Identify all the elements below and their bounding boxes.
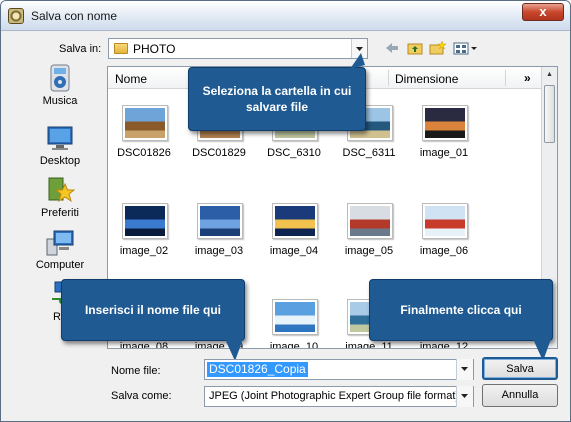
callout-select-folder: Seleziona la cartella in cui salvare fil… [188, 67, 366, 131]
file-name: image_04 [269, 245, 319, 257]
file-name: DSC01826 [117, 147, 171, 159]
file-item[interactable]: image_02 [108, 203, 180, 283]
close-button[interactable]: x [522, 3, 564, 21]
view-menu-icon[interactable] [453, 40, 479, 56]
file-name: image_06 [419, 245, 469, 257]
callout-text: Finalmente clicca qui [400, 303, 522, 317]
file-name: image_10 [269, 341, 319, 349]
file-item[interactable]: image_04 [258, 203, 330, 283]
title-bar: Salva con nome x [1, 1, 570, 31]
file-item[interactable]: image_05 [333, 203, 405, 283]
file-name: DSC01829 [192, 147, 246, 159]
column-size-header[interactable]: Dimensione [395, 72, 458, 86]
filename-field[interactable]: DSC01826_Copia [204, 359, 474, 380]
save-button[interactable]: Salva [482, 357, 558, 380]
cancel-button[interactable]: Annulla [482, 384, 558, 407]
file-thumbnail [422, 105, 468, 141]
place-desktop[interactable]: Desktop [28, 123, 92, 167]
file-name: image_11 [345, 341, 393, 349]
place-label: Computer [35, 259, 85, 271]
file-thumbnail [272, 203, 318, 239]
callout-text: Seleziona la cartella in cui salvare fil… [202, 84, 352, 114]
filename-label: Nome file: [111, 365, 161, 377]
back-arrow-icon[interactable] [383, 40, 401, 56]
place-favorites[interactable]: Preferiti [28, 175, 92, 219]
filename-value[interactable]: DSC01826_Copia [207, 362, 308, 377]
file-name: image_01 [419, 147, 469, 159]
file-name: image_05 [344, 245, 394, 257]
file-item[interactable]: image_10 [258, 299, 330, 349]
desktop-icon [45, 123, 75, 153]
column-divider[interactable] [505, 70, 506, 86]
place-label: Preferiti [41, 207, 79, 219]
column-divider[interactable] [388, 70, 389, 86]
file-type-value: JPEG (Joint Photographic Expert Group fi… [209, 390, 460, 402]
new-folder-icon[interactable] [429, 40, 447, 56]
favorites-icon [45, 175, 76, 205]
callout-pointer [350, 53, 365, 69]
place-label: Desktop [39, 155, 81, 167]
file-thumbnail [122, 203, 168, 239]
save-in-dropdown[interactable]: PHOTO [108, 38, 368, 59]
file-item[interactable]: image_06 [408, 203, 480, 283]
column-name-header[interactable]: Nome [115, 72, 147, 86]
save-as-dialog: Salva con nome x Salva in: PHOTO Musica [0, 0, 571, 422]
place-label: Musica [42, 95, 78, 107]
file-type-dropdown[interactable]: JPEG (Joint Photographic Expert Group fi… [204, 386, 474, 407]
callout-enter-filename: Inserisci il nome file qui [61, 279, 245, 341]
file-item[interactable]: image_03 [183, 203, 255, 283]
file-name: DSC_6310 [267, 147, 321, 159]
file-name: image_03 [194, 245, 244, 257]
place-music[interactable]: Musica [28, 63, 92, 107]
scrollbar-thumb[interactable] [544, 85, 555, 143]
chevron-down-icon[interactable] [456, 359, 473, 380]
scroll-up-icon[interactable]: ▲ [542, 67, 557, 82]
save-in-label: Salva in: [59, 43, 102, 55]
music-icon [45, 63, 75, 93]
file-thumbnail [197, 203, 243, 239]
chevron-down-icon[interactable] [456, 386, 473, 407]
save-in-value: PHOTO [133, 42, 176, 56]
more-columns-icon[interactable]: » [524, 71, 531, 85]
file-type-label: Salva come: [111, 390, 172, 402]
callout-click-save: Finalmente clicca qui [369, 279, 553, 341]
file-name: image_02 [119, 245, 169, 257]
folder-icon [114, 43, 128, 54]
up-folder-icon[interactable] [406, 40, 424, 56]
file-thumbnail [347, 203, 393, 239]
file-name: image_12 [419, 341, 469, 349]
computer-icon [45, 227, 75, 257]
file-name: DSC_6311 [342, 147, 396, 159]
place-computer[interactable]: Computer [28, 227, 92, 271]
file-item[interactable]: image_01 [408, 105, 480, 185]
window-title: Salva con nome [31, 9, 118, 23]
file-item[interactable]: DSC01826 [108, 105, 180, 185]
file-thumbnail [422, 203, 468, 239]
file-name: image_08 [119, 341, 169, 349]
file-thumbnail [122, 105, 168, 141]
app-camera-icon [8, 8, 24, 24]
file-thumbnail [272, 299, 318, 335]
callout-text: Inserisci il nome file qui [84, 303, 222, 317]
